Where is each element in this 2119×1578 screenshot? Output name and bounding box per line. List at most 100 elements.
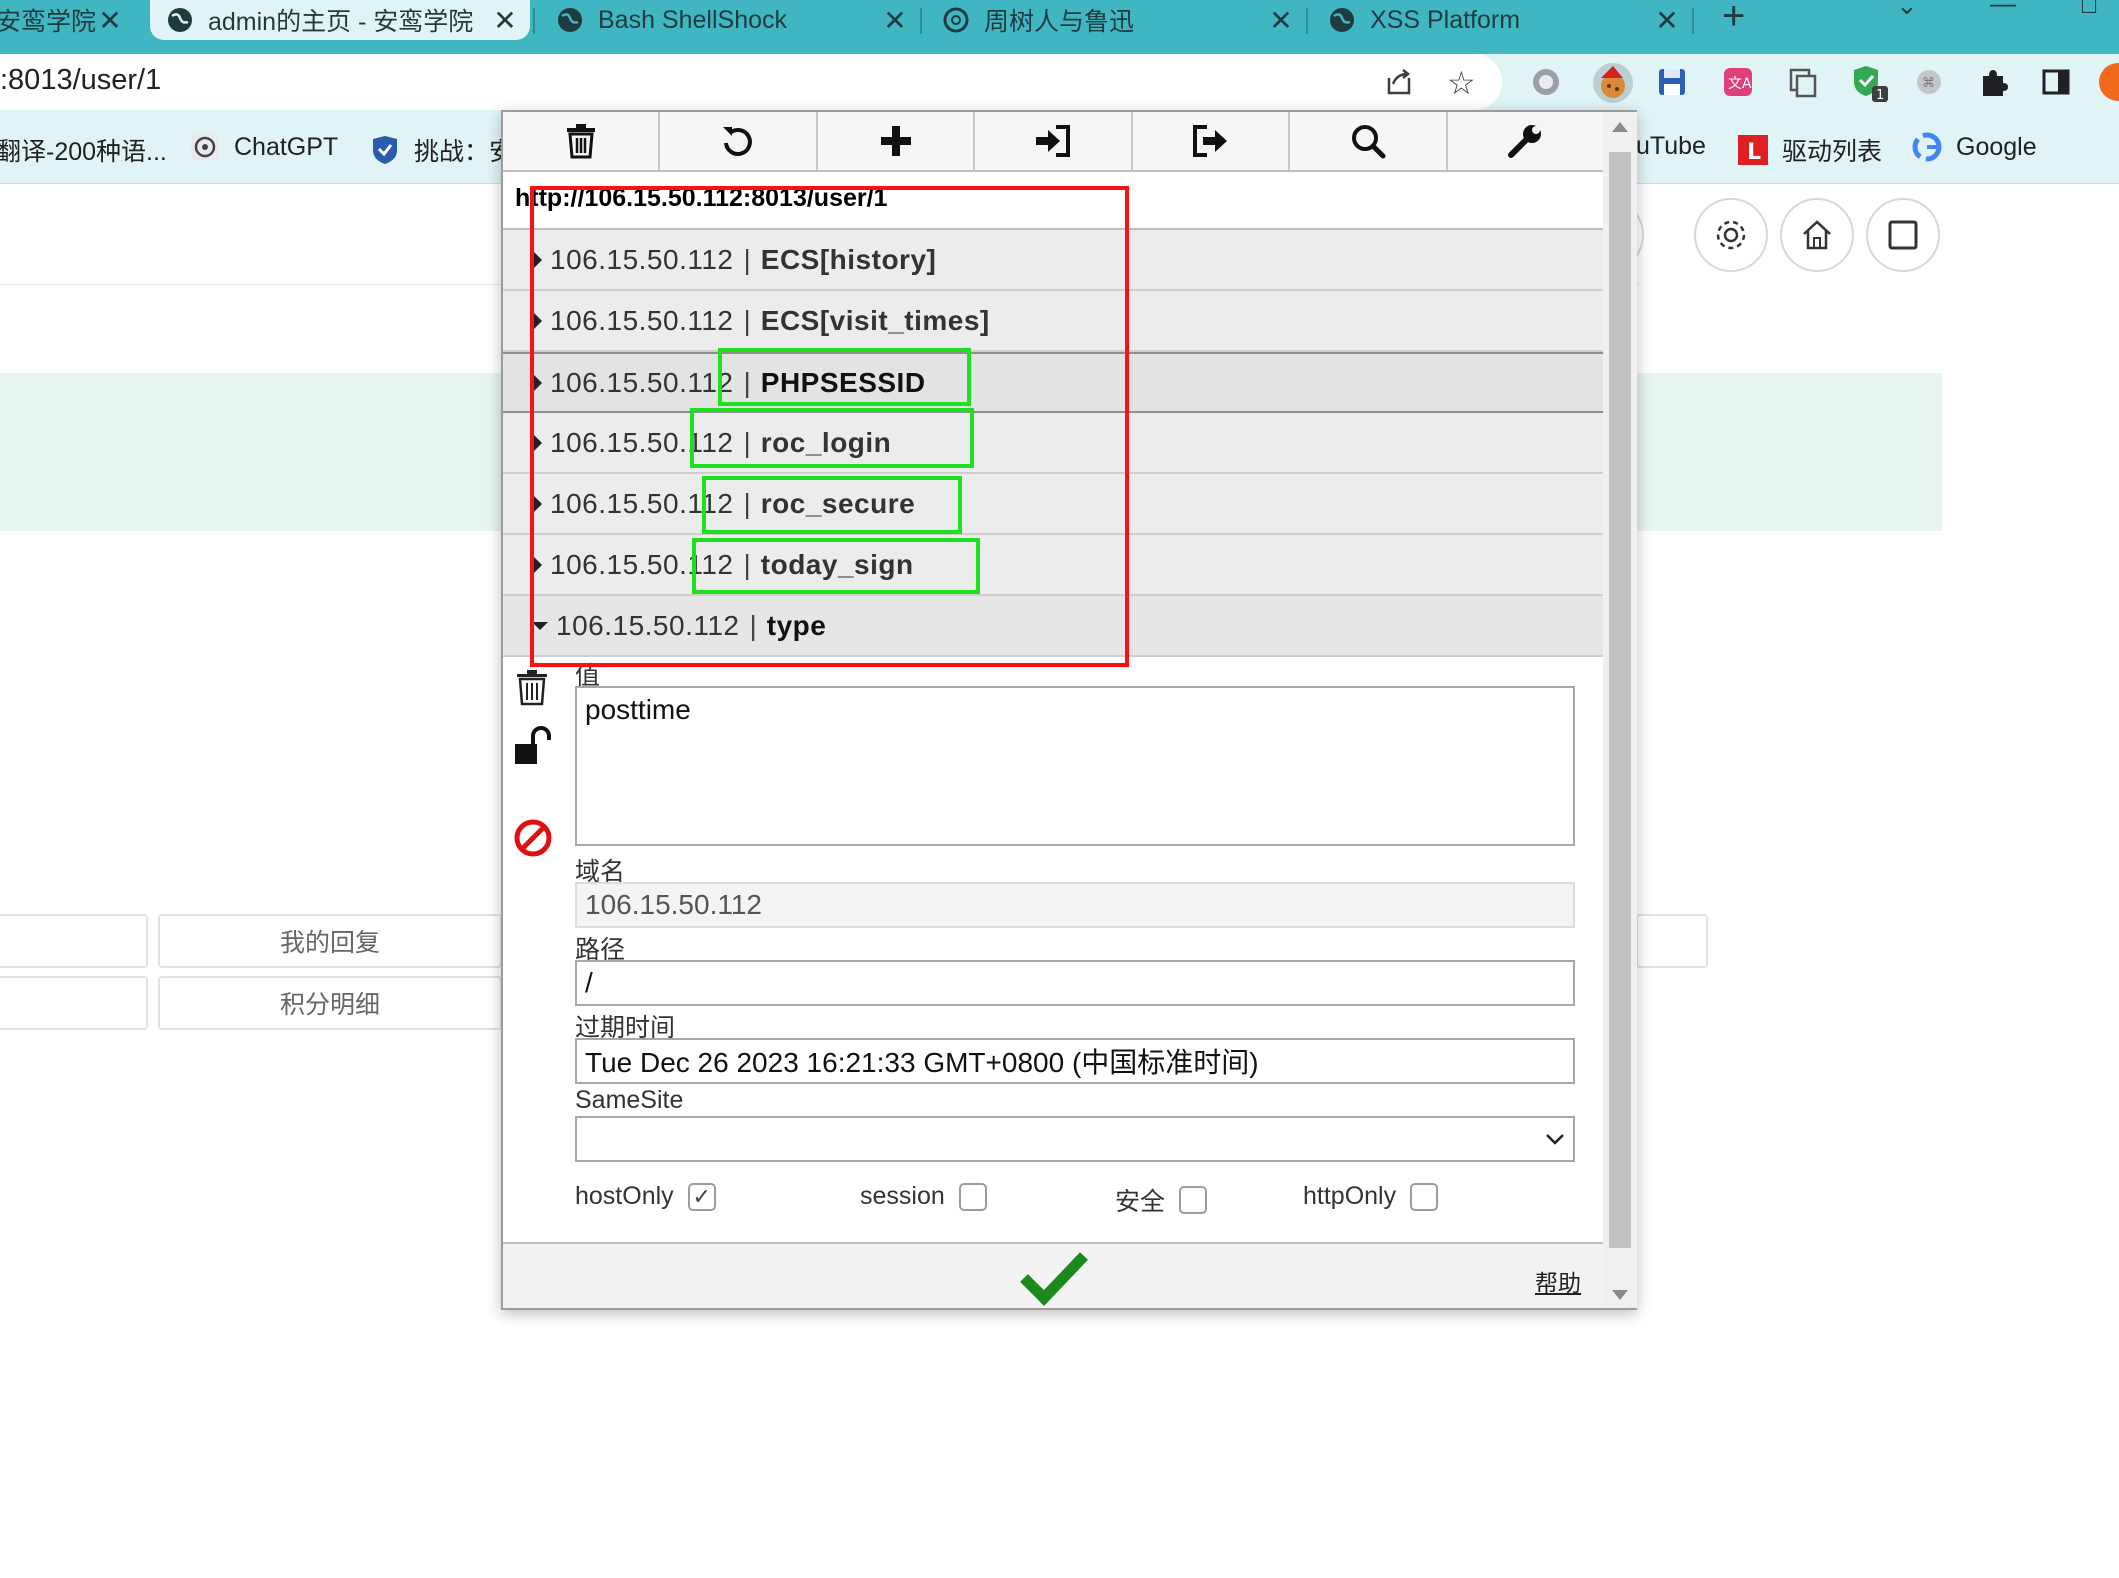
delete-cookie-trash-icon[interactable]	[515, 668, 549, 706]
search-button[interactable]	[1290, 112, 1448, 170]
tab-separator	[920, 8, 922, 34]
scrollbar-thumb[interactable]	[1609, 152, 1631, 1248]
checkbox-box[interactable]	[1179, 1186, 1208, 1214]
scroll-up-arrow-icon[interactable]	[1612, 122, 1628, 132]
green-annotation-box-roc-secure	[702, 476, 962, 534]
side-panel-icon[interactable]	[2040, 66, 2072, 98]
bookmark-star-icon[interactable]: ☆	[1447, 64, 1476, 102]
share-icon[interactable]	[1383, 66, 1415, 98]
tab-close-icon[interactable]: ✕	[95, 4, 125, 37]
session-checkbox[interactable]: session	[860, 1182, 987, 1211]
chatgpt-icon	[943, 7, 969, 33]
bookmark-translate[interactable]: 翻译-200种语...	[0, 132, 167, 168]
tab-separator	[1306, 8, 1308, 34]
gear-icon	[1716, 220, 1746, 250]
page-button-left-2[interactable]	[0, 976, 148, 1030]
checkbox-box[interactable]	[958, 1182, 987, 1211]
browser-toolbar: :8013/user/1 ☆ 文A 1 ⌘	[0, 54, 2119, 110]
delete-all-button[interactable]	[503, 112, 661, 170]
bookmark-youtube[interactable]: uTube	[1636, 132, 1706, 161]
settings-button[interactable]	[1694, 198, 1768, 272]
tab-close-icon[interactable]: ✕	[1652, 4, 1682, 37]
bookmark-label: uTube	[1636, 132, 1706, 160]
tab-bash-shellshock[interactable]: Bash ShellShock ✕	[540, 0, 920, 40]
add-cookie-button[interactable]	[818, 112, 976, 170]
bookmark-chatgpt[interactable]: ChatGPT	[190, 132, 338, 162]
popup-scrollbar[interactable]	[1603, 112, 1637, 1308]
tab-separator	[1692, 8, 1694, 34]
secure-checkbox[interactable]: 安全	[1115, 1182, 1208, 1218]
undo-icon	[723, 127, 753, 156]
cookie-value-textarea[interactable]: posttime	[575, 686, 1575, 846]
page-button-right[interactable]	[1636, 914, 1708, 968]
checkbox-label: hostOnly	[575, 1182, 674, 1210]
cookie-detail-panel: 值 posttime 域名 106.15.50.112 路径 / 过期时间 Tu…	[503, 656, 1603, 1236]
tab-zhou-shuren[interactable]: 周树人与鲁迅 ✕	[926, 0, 1306, 40]
search-icon	[1351, 125, 1386, 159]
trash-icon	[566, 124, 595, 159]
button-label: 我的回复	[279, 929, 380, 957]
tab-close-icon[interactable]: ✕	[880, 4, 910, 37]
extension-copy-icon[interactable]	[1787, 66, 1819, 98]
bookmark-challenge[interactable]: 挑战：安	[370, 132, 514, 168]
cookie-footer: 帮助	[503, 1242, 1603, 1308]
globe-icon	[1330, 8, 1354, 32]
extensions-puzzle-icon[interactable]	[1977, 66, 2009, 98]
tab-close-icon[interactable]: ✕	[490, 4, 520, 37]
cookie-path-field[interactable]: /	[575, 960, 1575, 1006]
import-button[interactable]	[975, 112, 1133, 170]
checkbox-label: session	[860, 1182, 945, 1210]
maximize-icon[interactable]: ☐	[2080, 0, 2098, 19]
checkmark-icon[interactable]	[1020, 1250, 1088, 1306]
tab-xss-platform[interactable]: XSS Platform ✕	[1312, 0, 1692, 40]
cookie-domain-field: 106.15.50.112	[575, 882, 1575, 928]
page-button-left-1[interactable]	[0, 914, 148, 968]
tab-bar: 安鸾学院 ✕ admin的主页 - 安鸾学院 ✕ Bash ShellShock…	[0, 0, 2119, 54]
extension-globe-icon[interactable]	[1530, 66, 1562, 98]
cookie-expires-field[interactable]: Tue Dec 26 2023 16:21:33 GMT+0800 (中国标准时…	[575, 1038, 1575, 1084]
address-bar-url[interactable]: :8013/user/1	[0, 64, 161, 97]
l-logo-icon: L	[1738, 135, 1768, 165]
extension-save-icon[interactable]	[1656, 66, 1688, 98]
add-icon	[880, 126, 911, 156]
minimize-icon[interactable]: —	[1990, 0, 2016, 19]
bookmark-driver-list[interactable]: L 驱动列表	[1738, 132, 1882, 168]
tab-close-icon[interactable]: ✕	[1266, 4, 1296, 37]
points-detail-button[interactable]: 积分明细	[158, 976, 502, 1030]
reset-button[interactable]	[660, 112, 818, 170]
my-replies-button[interactable]: 我的回复	[158, 914, 502, 968]
extension-translate-icon[interactable]: 文A	[1722, 66, 1754, 98]
export-button[interactable]	[1133, 112, 1291, 170]
tab-search-chevron-icon[interactable]: ⌄	[1896, 0, 1918, 21]
chatgpt-icon	[191, 133, 219, 161]
bookmark-label: Google	[1956, 132, 2037, 161]
extension-gray-icon[interactable]: ⌘	[1913, 66, 1945, 98]
help-link[interactable]: 帮助	[1535, 1264, 1581, 1298]
checkbox-box-checked[interactable]: ✓	[687, 1182, 716, 1211]
svg-text:⌘: ⌘	[1922, 76, 1935, 91]
block-icon[interactable]	[513, 818, 553, 858]
hostonly-checkbox[interactable]: hostOnly ✓	[575, 1182, 716, 1211]
httponly-checkbox[interactable]: httpOnly	[1303, 1182, 1439, 1211]
svg-text:文A: 文A	[1728, 76, 1752, 92]
extension-shield-icon[interactable]: 1	[1850, 64, 1890, 104]
address-bar[interactable]: :8013/user/1 ☆	[0, 54, 1502, 110]
tab-admin-home[interactable]: admin的主页 - 安鸾学院 ✕	[150, 0, 530, 40]
bookmark-label: ChatGPT	[234, 132, 339, 161]
checkbox-box[interactable]	[1410, 1182, 1439, 1211]
tab-anluan[interactable]: 安鸾学院 ✕	[0, 0, 135, 40]
square-icon	[1888, 220, 1918, 250]
extension-cookie-icon[interactable]	[1592, 62, 1634, 104]
tab-separator	[533, 8, 535, 34]
samesite-select[interactable]	[575, 1116, 1575, 1162]
globe-icon	[168, 8, 192, 32]
bookmark-google[interactable]: Google	[1912, 132, 2037, 162]
new-tab-button[interactable]: +	[1722, 0, 1745, 39]
lock-open-icon[interactable]	[513, 726, 555, 766]
options-button[interactable]	[1448, 112, 1603, 170]
profile-avatar-icon[interactable]	[2098, 62, 2119, 102]
green-annotation-box-phpsessid	[718, 348, 971, 406]
home-button[interactable]	[1780, 198, 1854, 272]
scroll-down-arrow-icon[interactable]	[1612, 1290, 1628, 1300]
window-button[interactable]	[1866, 198, 1940, 272]
